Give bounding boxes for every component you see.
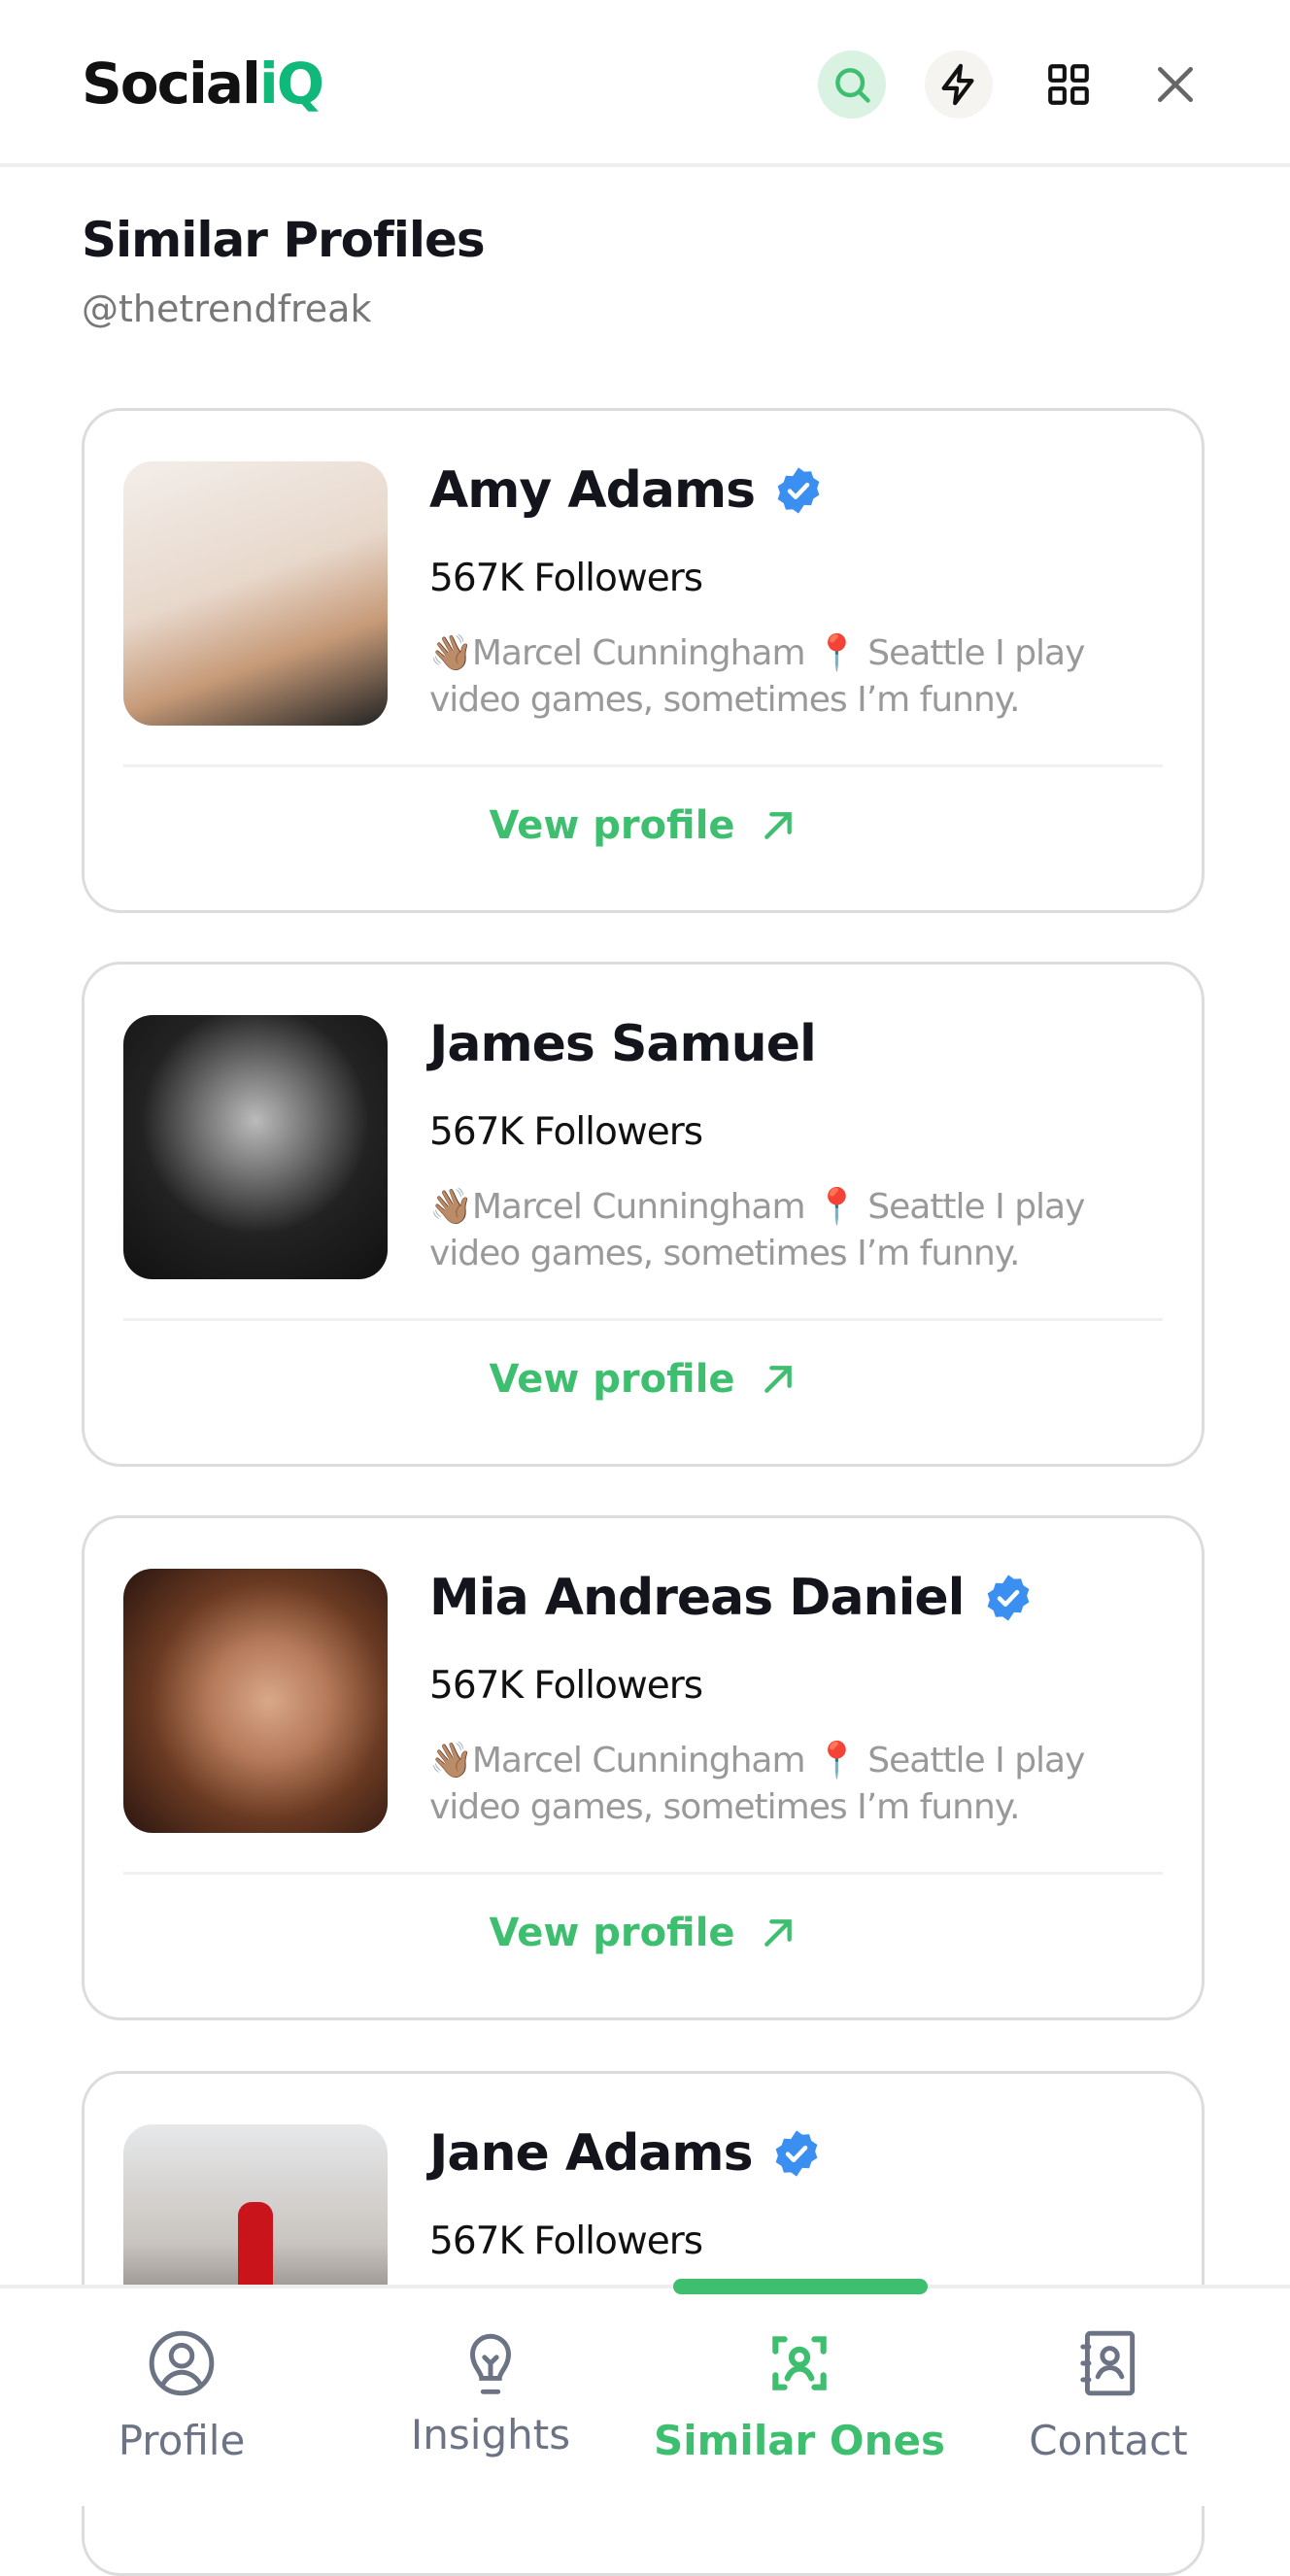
profile-name[interactable]: Jane Adams: [429, 2124, 823, 2183]
bio-line: video games, sometimes I’m funny.: [429, 1787, 1020, 1827]
app-header: SocialiQ: [0, 0, 1290, 167]
contact-book-icon: [1080, 2330, 1136, 2396]
lightbulb-icon: [470, 2333, 511, 2394]
active-tab-indicator: [673, 2279, 928, 2294]
nav-label: Profile: [118, 2417, 246, 2464]
avatar: [123, 1015, 388, 1279]
avatar: [123, 461, 388, 726]
avatar: [123, 1569, 388, 1833]
logo-text: Social: [82, 51, 261, 117]
divider: [123, 764, 1163, 767]
nav-insights[interactable]: Insights: [336, 2327, 645, 2458]
profile-bio: 👋🏽Marcel Cunningham 📍 Seattle I play vide…: [429, 630, 1148, 724]
bio-line: video games, sometimes I’m funny.: [429, 680, 1020, 720]
profile-card: Mia Andreas Daniel 567K Followers 👋🏽Marc…: [82, 1515, 1205, 2020]
nav-contact[interactable]: Contact: [954, 2327, 1263, 2464]
nav-profile[interactable]: Profile: [27, 2327, 336, 2464]
divider: [123, 1318, 1163, 1321]
name-text: Jane Adams: [429, 2124, 754, 2183]
nav-label: Contact: [1029, 2417, 1188, 2464]
view-profile-label: Vew profile: [489, 1357, 735, 1402]
nav-similar-ones[interactable]: Similar Ones: [645, 2327, 954, 2464]
user-scan-icon: [772, 2336, 827, 2390]
search-button[interactable]: [818, 51, 886, 119]
followers-count: 567K Followers: [429, 2220, 703, 2263]
grid-button[interactable]: [1035, 51, 1103, 119]
profile-name[interactable]: Mia Andreas Daniel: [429, 1569, 1035, 1627]
bolt-icon: [941, 63, 974, 106]
verified-badge-icon: [777, 467, 820, 514]
view-profile-button[interactable]: Vew profile: [85, 803, 1202, 848]
user-circle-icon: [149, 2330, 215, 2396]
name-text: James Samuel: [429, 1015, 817, 1073]
profile-bio: 👋🏽Marcel Cunningham 📍 Seattle I play vide…: [429, 1184, 1148, 1277]
view-profile-button[interactable]: Vew profile: [85, 1911, 1202, 1955]
bio-line: video games, sometimes I’m funny.: [429, 1234, 1020, 1273]
bottom-nav: Profile Insights Similar Ones Contact: [0, 2285, 1290, 2506]
followers-count: 567K Followers: [429, 1664, 703, 1708]
profile-handle: @thetrendfreak: [82, 288, 372, 330]
logo[interactable]: SocialiQ: [82, 51, 324, 117]
grid-icon: [1048, 64, 1089, 105]
bio-line: 👋🏽Marcel Cunningham 📍 Seattle I play: [429, 633, 1085, 673]
verified-badge-icon: [775, 2130, 817, 2177]
profile-name[interactable]: Amy Adams: [429, 461, 825, 520]
logo-accent: iQ: [258, 51, 324, 117]
profile-card: Amy Adams 567K Followers 👋🏽Marcel Cunnin…: [82, 408, 1205, 913]
view-profile-label: Vew profile: [489, 803, 735, 848]
nav-label: Insights: [410, 2411, 571, 2458]
nav-label: Similar Ones: [654, 2417, 945, 2464]
followers-count: 567K Followers: [429, 557, 703, 600]
name-text: Mia Andreas Daniel: [429, 1569, 965, 1627]
view-profile-button[interactable]: Vew profile: [85, 1357, 1202, 1402]
close-button[interactable]: [1141, 51, 1209, 119]
bio-line: 👋🏽Marcel Cunningham 📍 Seattle I play: [429, 1187, 1085, 1227]
name-text: Amy Adams: [429, 461, 756, 520]
divider: [123, 1872, 1163, 1875]
close-icon: [1158, 67, 1193, 102]
verified-badge-icon: [987, 1575, 1029, 1621]
bio-line: 👋🏽Marcel Cunningham 📍 Seattle I play: [429, 1741, 1085, 1780]
arrow-up-right-icon: [764, 1366, 792, 1393]
profile-bio: 👋🏽Marcel Cunningham 📍 Seattle I play vide…: [429, 1738, 1148, 1831]
profile-name[interactable]: James Samuel: [429, 1015, 817, 1073]
page-title: Similar Profiles: [82, 212, 486, 268]
search-icon: [835, 68, 870, 103]
bolt-button[interactable]: [925, 51, 993, 119]
followers-count: 567K Followers: [429, 1110, 703, 1154]
arrow-up-right-icon: [764, 812, 792, 839]
profile-card: James Samuel 567K Followers 👋🏽Marcel Cun…: [82, 962, 1205, 1467]
view-profile-label: Vew profile: [489, 1911, 735, 1955]
arrow-up-right-icon: [764, 1919, 792, 1947]
